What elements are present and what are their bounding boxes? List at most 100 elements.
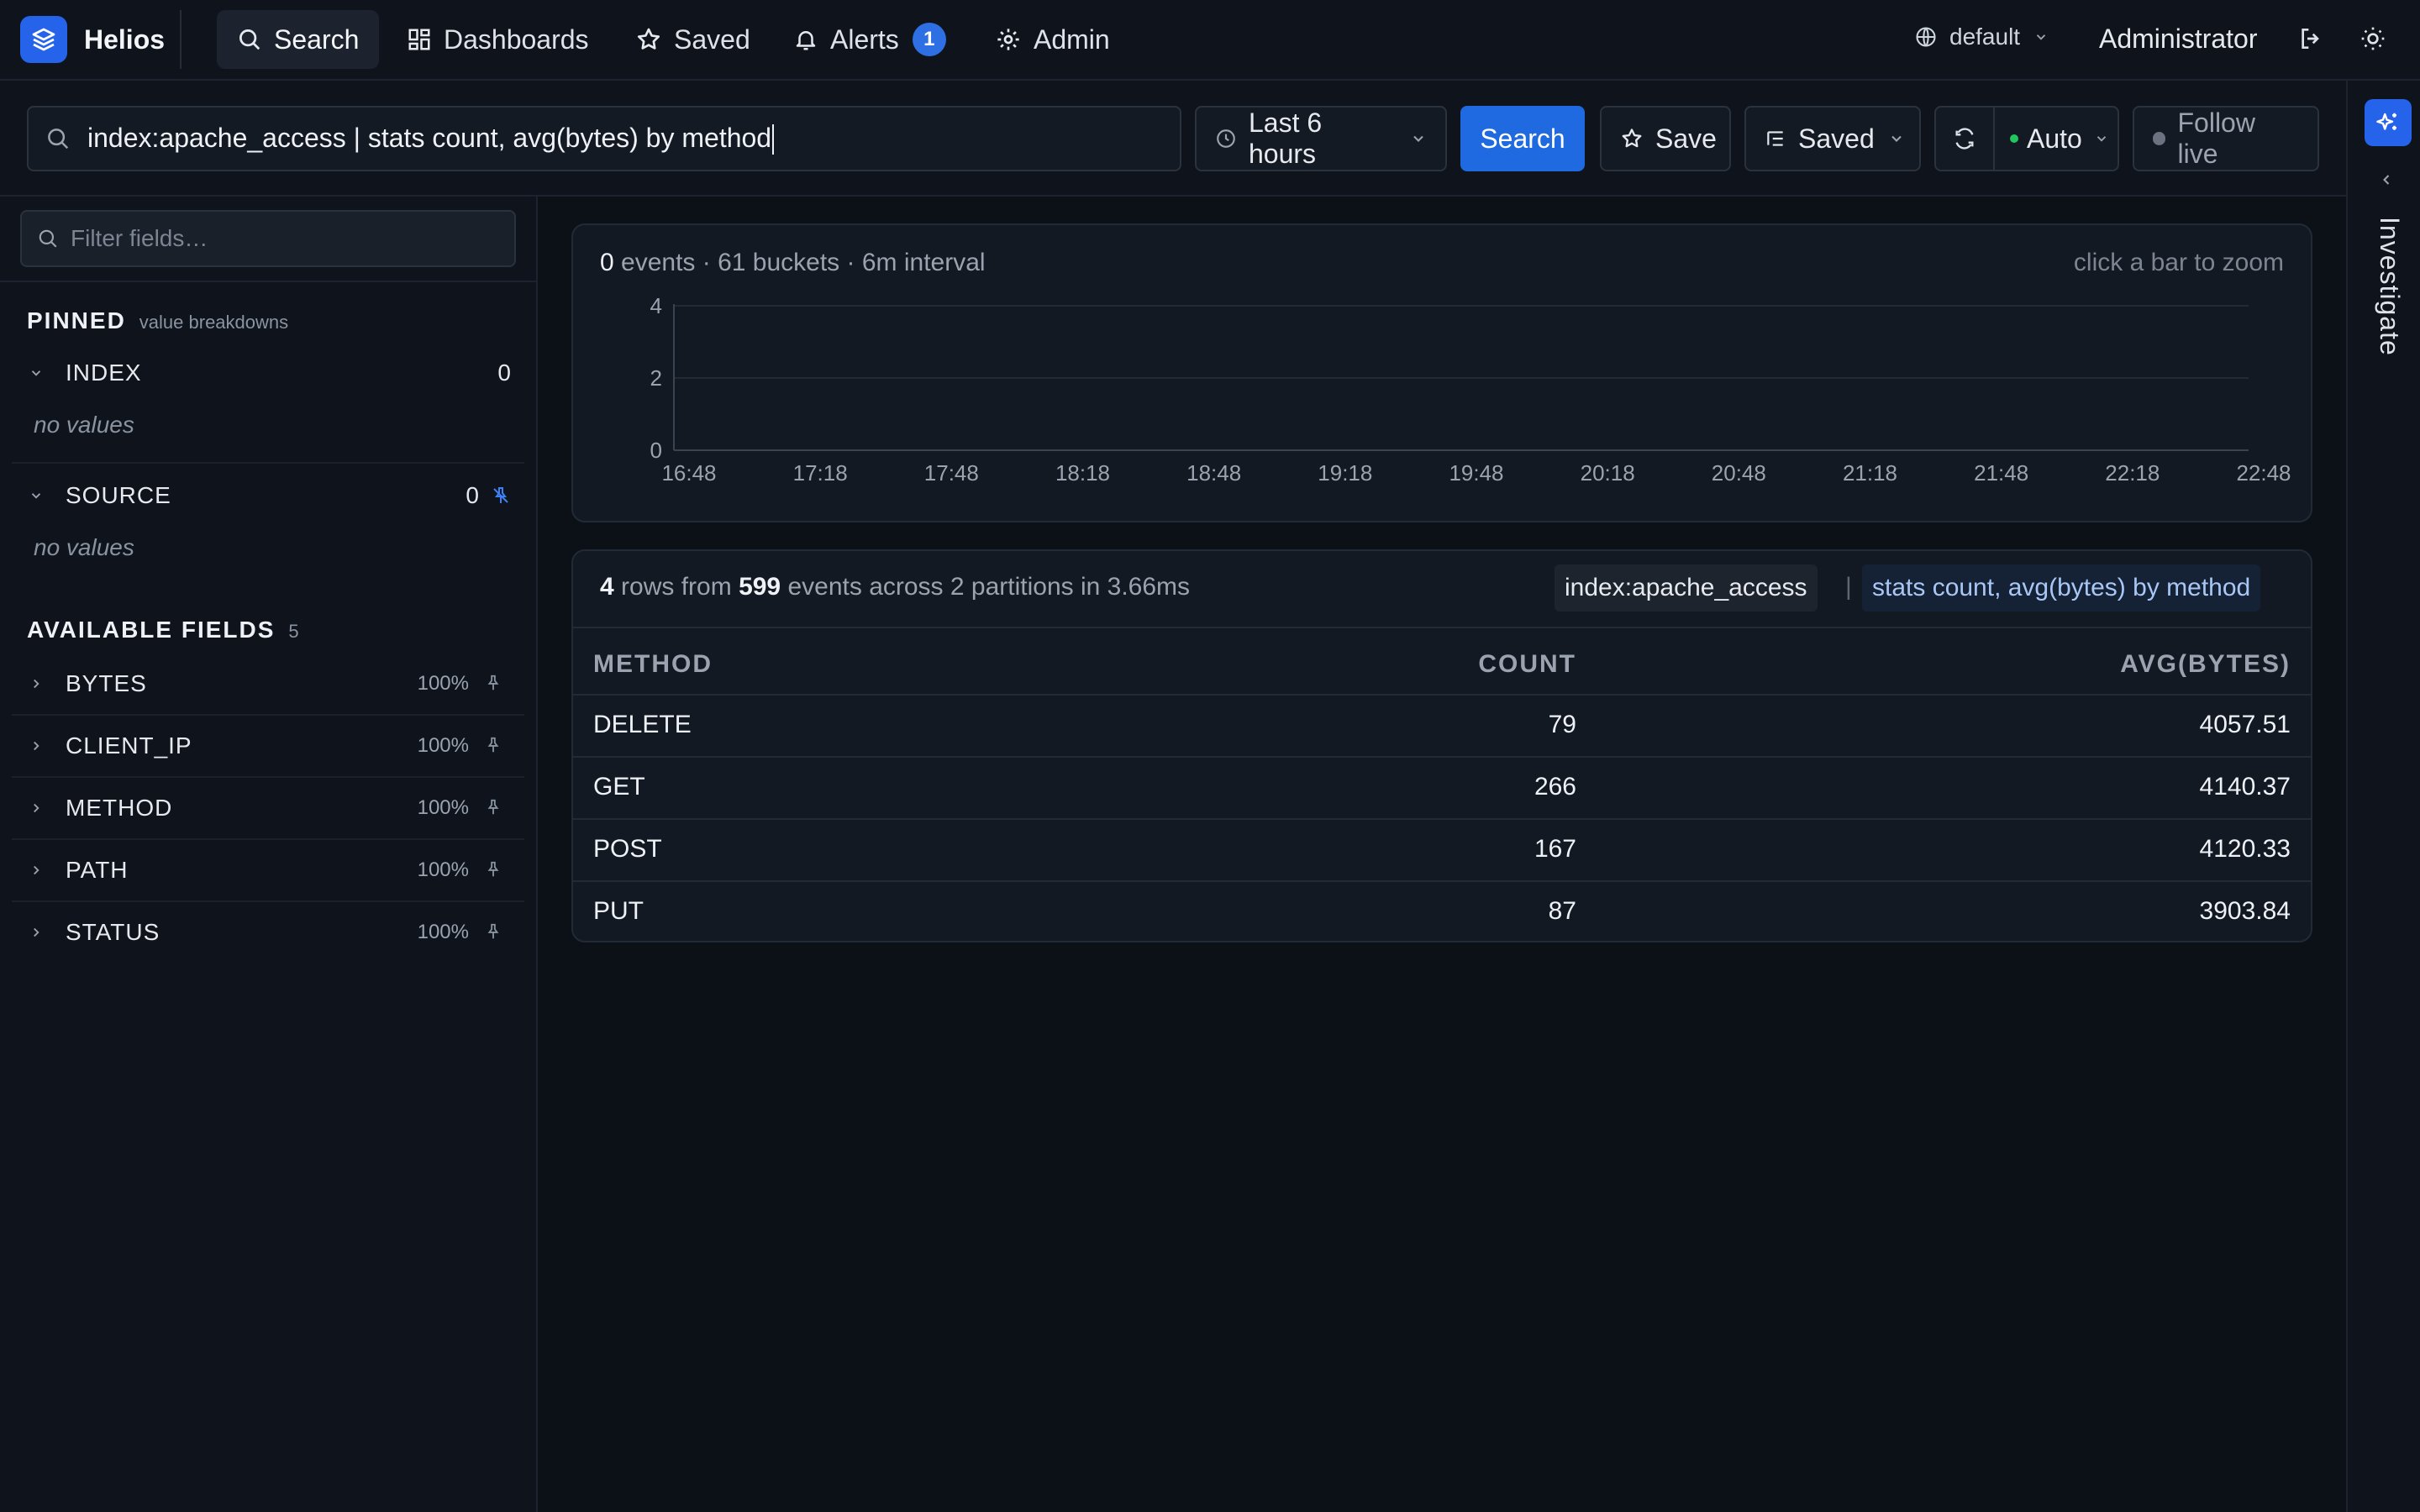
chevron-right-icon — [29, 676, 49, 691]
chevron-left-icon[interactable] — [2378, 171, 2395, 188]
follow-live-button[interactable]: Follow live — [2133, 106, 2319, 171]
results-summary: 4 rows from 599 events across 2 partitio… — [600, 573, 1190, 601]
follow-live-label: Follow live — [2177, 108, 2255, 169]
nav-saved[interactable]: Saved — [615, 10, 771, 69]
field-count: 0 — [466, 482, 479, 508]
nav-admin-label: Admin — [1034, 24, 1110, 55]
globe-icon — [1914, 25, 1938, 49]
divider — [12, 462, 524, 464]
theme-toggle-icon[interactable] — [2360, 25, 2386, 52]
nav-dashboards[interactable]: Dashboards — [387, 10, 609, 69]
nav-alerts[interactable]: Alerts 1 — [773, 10, 966, 69]
pinned-field-index[interactable]: INDEX 0 — [12, 343, 524, 403]
field-filter-input[interactable]: Filter fields… — [20, 210, 516, 267]
event-histogram-chart[interactable]: 0 2 4 16:48 17:18 17:48 18:18 18:48 19:18 19:48 20… — [573, 225, 2311, 521]
refresh-icon[interactable] — [1936, 108, 1995, 170]
field-row-method[interactable]: METHOD 100% — [12, 778, 524, 838]
divider — [0, 281, 536, 282]
saved-searches-dropdown[interactable]: Saved — [1744, 106, 1921, 171]
field-count: 0 — [497, 360, 511, 386]
app-name: Helios — [84, 24, 166, 55]
field-row-client-ip[interactable]: CLIENT_IP 100% — [12, 716, 524, 776]
ai-sparkle-icon[interactable] — [2365, 99, 2412, 146]
chevron-down-icon — [29, 488, 49, 503]
column-header-method[interactable]: METHOD — [593, 650, 713, 679]
list-tree-icon — [1765, 128, 1786, 150]
nav-divider — [180, 10, 182, 69]
chevron-right-icon — [29, 738, 49, 753]
pinned-field-source[interactable]: SOURCE 0 — [12, 465, 524, 526]
field-coverage: 100% — [417, 921, 469, 943]
field-name: STATUS — [66, 919, 160, 945]
field-row-status[interactable]: STATUS 100% — [12, 902, 524, 963]
chevron-right-icon — [29, 925, 49, 940]
brand[interactable]: Helios — [20, 16, 165, 63]
pin-icon[interactable] — [484, 736, 502, 754]
nav-saved-label: Saved — [674, 24, 750, 55]
cell-method: GET — [593, 773, 645, 801]
save-button[interactable]: Save — [1600, 106, 1731, 171]
result-rows-label: rows from — [621, 573, 732, 601]
query-text: index:apache_access | stats count, avg(b… — [87, 122, 772, 153]
field-coverage: 100% — [417, 858, 469, 881]
field-row-path[interactable]: PATH 100% — [12, 840, 524, 900]
y-tick-label: 0 — [650, 438, 662, 463]
pin-icon[interactable] — [484, 860, 502, 879]
histogram-panel: 0 events · 61 buckets · 6m interval clic… — [571, 223, 2312, 522]
unpin-icon[interactable] — [491, 486, 511, 506]
x-tick-label: 17:48 — [924, 460, 979, 486]
pin-icon[interactable] — [484, 798, 502, 816]
star-icon — [635, 26, 662, 53]
investigate-label[interactable]: Investigate — [2374, 217, 2405, 356]
x-tick-label: 20:18 — [1581, 460, 1635, 486]
available-count: 5 — [288, 621, 299, 642]
saved-searches-label: Saved — [1798, 123, 1875, 154]
nav-admin[interactable]: Admin — [975, 10, 1130, 69]
pin-icon[interactable] — [484, 674, 502, 692]
tenant-selector[interactable]: default — [1914, 24, 2049, 50]
chevron-down-icon — [29, 365, 49, 381]
follow-status-dot — [2153, 132, 2166, 145]
field-name: CLIENT_IP — [66, 732, 192, 759]
chevron-right-icon — [29, 801, 49, 816]
chevron-down-icon — [1410, 130, 1427, 147]
column-header-avg-bytes[interactable]: AVG(BYTES) — [2120, 650, 2291, 679]
cell-count: 266 — [1534, 773, 1576, 801]
empty-values-text: no values — [34, 534, 134, 560]
cell-avg-bytes: 4057.51 — [2199, 711, 2291, 738]
field-row-bytes[interactable]: BYTES 100% — [12, 654, 524, 714]
query-command-chip[interactable]: stats count, avg(bytes) by method — [1862, 564, 2261, 612]
clock-icon — [1215, 128, 1237, 150]
cell-avg-bytes: 3903.84 — [2199, 897, 2291, 925]
nav-alerts-label: Alerts — [830, 24, 899, 55]
nav-dashboards-label: Dashboards — [444, 24, 589, 55]
pin-icon[interactable] — [484, 922, 502, 941]
live-status-dot — [2010, 134, 2018, 143]
field-coverage: 100% — [417, 734, 469, 757]
cell-method: PUT — [593, 897, 644, 925]
field-filter-placeholder: Filter fields… — [71, 225, 208, 251]
column-header-count[interactable]: COUNT — [1478, 650, 1576, 679]
logout-icon[interactable] — [2297, 25, 2324, 52]
query-index-chip[interactable]: index:apache_access — [1555, 564, 1818, 612]
x-tick-label: 17:18 — [793, 460, 848, 486]
search-button[interactable]: Search — [1460, 106, 1585, 171]
cell-count: 167 — [1534, 835, 1576, 863]
auto-refresh-dropdown[interactable]: Auto — [1996, 108, 2109, 170]
query-separator: | — [1845, 573, 1852, 601]
field-name: BYTES — [66, 670, 147, 696]
nav-search[interactable]: Search — [217, 10, 380, 69]
result-events-label: events across 2 partitions in 3.66ms — [787, 573, 1191, 601]
query-input[interactable]: index:apache_access | stats count, avg(b… — [27, 106, 1181, 171]
fields-sidebar: Filter fields… PINNED value breakdowns I… — [0, 197, 538, 1512]
field-name: SOURCE — [66, 482, 171, 508]
cell-count: 87 — [1548, 897, 1576, 925]
x-tick-label: 16:48 — [661, 460, 716, 486]
user-name[interactable]: Administrator — [2099, 24, 2258, 55]
divider — [573, 818, 2311, 820]
field-name: PATH — [66, 857, 129, 883]
x-tick-label: 22:18 — [2105, 460, 2160, 486]
x-tick-label: 22:48 — [2236, 460, 2291, 486]
time-range-picker[interactable]: Last 6 hours — [1195, 106, 1447, 171]
cell-avg-bytes: 4140.37 — [2199, 773, 2291, 801]
